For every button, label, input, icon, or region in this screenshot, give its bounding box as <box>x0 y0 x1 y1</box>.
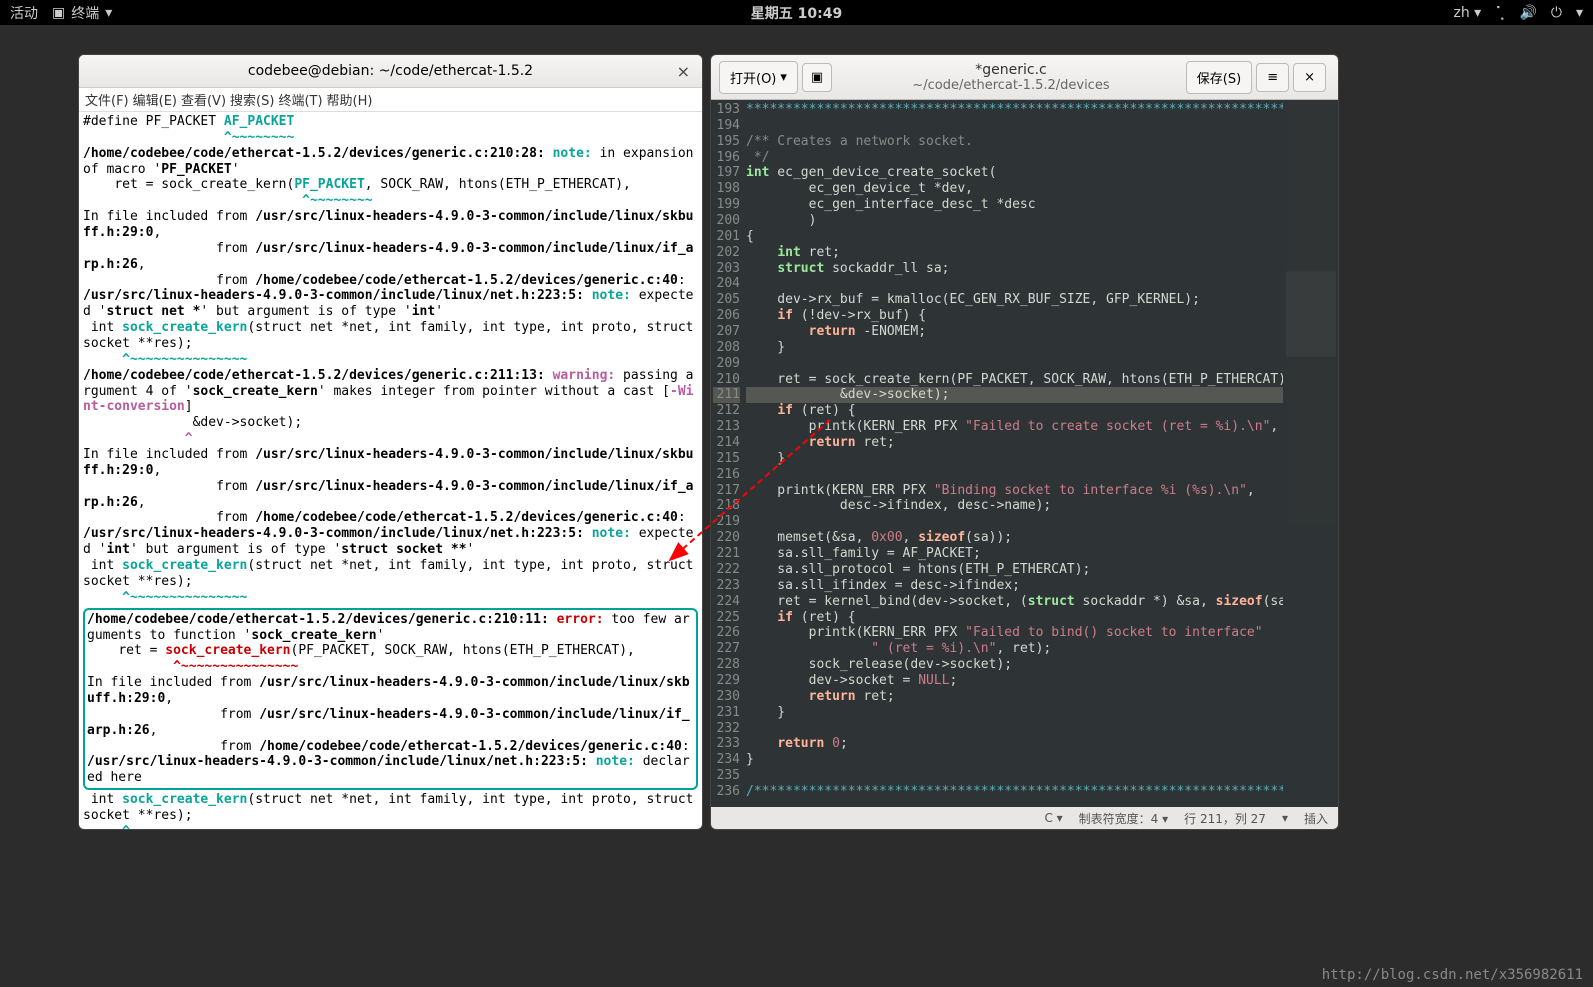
open-button[interactable]: 打开(O)▾ <box>719 61 798 94</box>
app-indicator[interactable]: ▣ 终端 ▾ <box>52 3 112 23</box>
gnome-topbar: 活动 ▣ 终端 ▾ 星期五 10:49 zh ▾ ⢁ 🔊 ⏻ ▾ <box>0 0 1593 25</box>
activities-button[interactable]: 活动 <box>10 3 38 23</box>
save-button[interactable]: 保存(S) <box>1186 61 1252 94</box>
terminal-menubar: 文件(F) 编辑(E) 查看(V) 搜索(S) 终端(T) 帮助(H) <box>79 88 702 112</box>
menu-terminal[interactable]: 终端(T) <box>278 90 322 109</box>
terminal-titlebar[interactable]: codebee@debian: ~/code/ethercat-1.5.2 × <box>79 55 702 88</box>
editor-title: *generic.c ~/code/ethercat-1.5.2/devices <box>836 62 1186 93</box>
status-dd[interactable]: ▾ <box>1282 811 1288 825</box>
menu-search[interactable]: 搜索(S) <box>230 90 274 109</box>
terminal-output[interactable]: #define PF_PACKET AF_PACKET ^~~~~~~~~ /h… <box>79 112 702 830</box>
clock[interactable]: 星期五 10:49 <box>751 3 842 23</box>
status-pos: 行 211，列 27 <box>1184 810 1266 827</box>
network-icon[interactable]: ⢁ <box>1495 5 1505 21</box>
hamburger-button[interactable]: ≡ <box>1256 63 1289 92</box>
dropdown-icon[interactable]: ▾ <box>1576 5 1583 21</box>
code-area[interactable]: ****************************************… <box>746 100 1283 807</box>
line-gutter: 193 194 195 196 197 198 199 200 201 202 … <box>711 100 746 807</box>
menu-file[interactable]: 文件(F) <box>85 90 129 109</box>
editor-headerbar[interactable]: 打开(O)▾ ▣ *generic.c ~/code/ethercat-1.5.… <box>711 55 1338 100</box>
status-tabs[interactable]: 制表符宽度：4 ▾ <box>1079 810 1168 827</box>
terminal-title: codebee@debian: ~/code/ethercat-1.5.2 <box>248 63 533 79</box>
menu-view[interactable]: 查看(V) <box>181 90 226 109</box>
menu-edit[interactable]: 编辑(E) <box>133 90 177 109</box>
power-icon[interactable]: ⏻ <box>1551 5 1562 21</box>
status-lang[interactable]: C ▾ <box>1044 811 1062 825</box>
new-tab-button[interactable]: ▣ <box>802 63 832 92</box>
editor-body[interactable]: 193 194 195 196 197 198 199 200 201 202 … <box>711 100 1338 807</box>
desktop: codebee@debian: ~/code/ethercat-1.5.2 × … <box>0 25 1593 987</box>
chevron-down-icon: ▾ <box>780 70 787 85</box>
line-number: 193 <box>717 102 740 117</box>
input-method[interactable]: zh ▾ <box>1453 5 1481 21</box>
menu-help[interactable]: 帮助(H) <box>327 90 373 109</box>
minimap[interactable] <box>1283 100 1338 807</box>
volume-icon[interactable]: 🔊 <box>1519 5 1536 21</box>
watermark: http://blog.csdn.net/x356982611 <box>1322 967 1583 983</box>
terminal-window[interactable]: codebee@debian: ~/code/ethercat-1.5.2 × … <box>78 54 703 830</box>
editor-window[interactable]: 打开(O)▾ ▣ *generic.c ~/code/ethercat-1.5.… <box>710 54 1339 830</box>
close-button[interactable]: × <box>1293 63 1326 92</box>
editor-statusbar: C ▾ 制表符宽度：4 ▾ 行 211，列 27 ▾ 插入 <box>711 807 1338 829</box>
status-ins: 插入 <box>1304 810 1328 827</box>
close-icon[interactable]: × <box>677 62 690 81</box>
